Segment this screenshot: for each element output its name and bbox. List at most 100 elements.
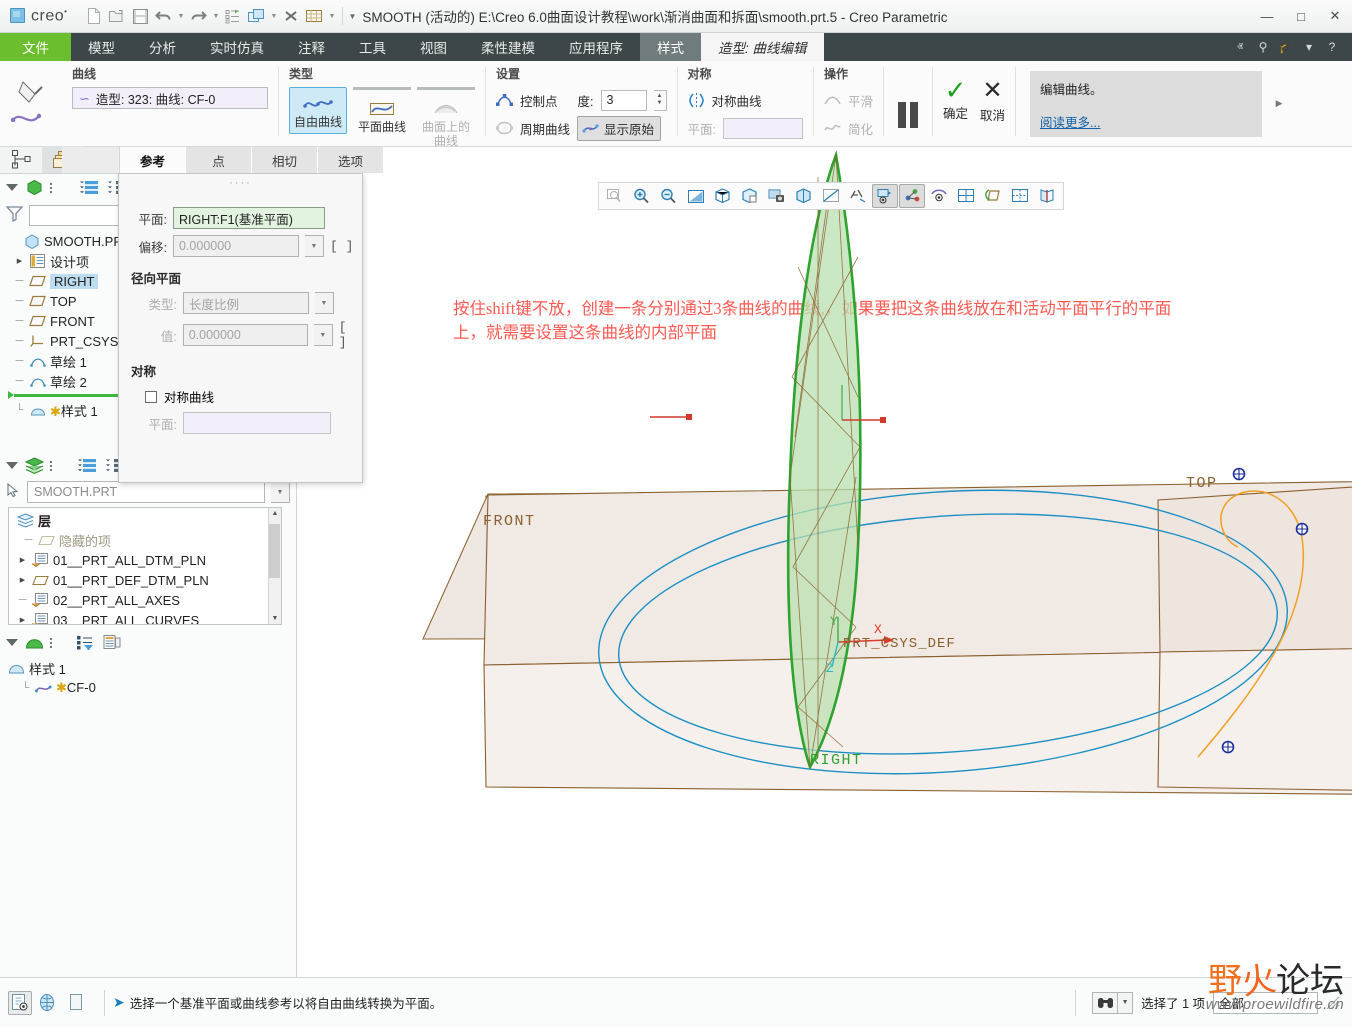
collapse-ribbon-icon[interactable]: ⱏ (1230, 37, 1250, 57)
style-panel-collapse-icon[interactable] (6, 639, 18, 646)
symmetric-curve-checkbox[interactable] (145, 390, 157, 403)
style-list-icon[interactable] (101, 632, 123, 653)
expand-arrow-icon[interactable]: ▶ (14, 257, 25, 265)
ribbon-tab-annotate[interactable]: 注释 (281, 33, 342, 61)
layer-model-selector[interactable]: SMOOTH.PRT (27, 481, 265, 503)
undo-dropdown-icon[interactable]: ▼ (175, 5, 186, 27)
learning-icon[interactable]: 🎓 (1276, 37, 1296, 57)
repaint-icon[interactable] (683, 184, 709, 208)
ribbon-tab-file[interactable]: 文件 (0, 33, 71, 61)
curve-reference-field[interactable]: ∽ 造型: 323: 曲线: CF-0 (72, 87, 268, 109)
zoom-in-icon[interactable] (629, 184, 655, 208)
model-tree-menu-icon[interactable] (50, 182, 52, 193)
page-icon[interactable] (64, 991, 88, 1015)
offset-bracket[interactable]: [ ] (330, 239, 353, 254)
graphics-viewport[interactable]: 按住shift键不放，创建一条分别通过3条曲线的曲线,，如果要把这条曲线放在和活… (298, 147, 1352, 977)
ribbon-tab-flexible[interactable]: 柔性建模 (464, 33, 552, 61)
show-original-button[interactable]: 显示原始 (577, 115, 662, 141)
radial-value-bracket[interactable]: [ ] (339, 320, 362, 350)
layer-panel-menu-icon[interactable] (50, 460, 52, 471)
display-style-icon[interactable] (710, 184, 736, 208)
scroll-down-icon[interactable]: ▼ (272, 613, 279, 624)
grid-icon[interactable] (303, 5, 325, 27)
ribbon-tab-model[interactable]: 模型 (71, 33, 132, 61)
model-tree-icon[interactable] (23, 177, 45, 198)
annotation-display-icon[interactable] (845, 184, 871, 208)
cancel-button[interactable]: ✕ 取消 (980, 77, 1005, 124)
radial-type-select[interactable]: 长度比例 (183, 292, 309, 314)
panel-drag-handle[interactable]: ···· (119, 174, 362, 190)
ribbon-tab-live-sim[interactable]: 实时仿真 (193, 33, 281, 61)
globe-icon[interactable] (36, 991, 60, 1015)
redo-icon[interactable] (187, 5, 209, 27)
section-view-icon[interactable] (1034, 184, 1060, 208)
perspective-icon[interactable] (791, 184, 817, 208)
datum-display-icon[interactable] (818, 184, 844, 208)
ribbon-tab-analysis[interactable]: 分析 (132, 33, 193, 61)
layer-item-hidden[interactable]: ─ 隐藏的项 (9, 530, 281, 550)
close-window-icon[interactable] (280, 5, 302, 27)
open-file-icon[interactable] (106, 5, 128, 27)
radial-value-input[interactable]: 0.000000 (182, 324, 308, 346)
split-view-icon[interactable] (953, 184, 979, 208)
new-file-icon[interactable] (83, 5, 105, 27)
point-display-icon[interactable] (899, 184, 925, 208)
view-manager-icon[interactable] (764, 184, 790, 208)
layers-icon[interactable] (23, 455, 45, 476)
radial-value-dropdown-icon[interactable]: ▼ (313, 324, 333, 346)
ribbon-tab-applications[interactable]: 应用程序 (552, 33, 640, 61)
dashboard-tab-options[interactable]: 选项 (318, 147, 384, 173)
copy-view-icon[interactable] (980, 184, 1006, 208)
filter-icon[interactable] (5, 205, 24, 225)
style-tree-item-style-1[interactable]: 样式 1 (0, 658, 296, 678)
search-icon[interactable]: ⚲ (1253, 37, 1273, 57)
grid-view-icon[interactable] (1007, 184, 1033, 208)
symmetry-plane-field[interactable] (722, 117, 803, 139)
layer-filters-icon[interactable] (76, 455, 98, 476)
dashboard-tab-points[interactable]: 点 (186, 147, 252, 173)
regenerate-icon[interactable] (222, 5, 244, 27)
layer-item-all-curves[interactable]: ▶ 03__PRT_ALL_CURVES (9, 610, 281, 624)
expand-arrow-icon[interactable]: ▶ (17, 616, 28, 624)
ribbon-tab-style[interactable]: 样式 (640, 33, 701, 61)
saved-orientations-icon[interactable] (737, 184, 763, 208)
save-icon[interactable] (129, 5, 151, 27)
plane-input[interactable]: RIGHT:F1(基准平面) (173, 207, 325, 229)
redo-dropdown-icon[interactable]: ▼ (210, 5, 221, 27)
dashboard-tab-tangency[interactable]: 相切 (252, 147, 318, 173)
type-button-planar-curve[interactable]: 平面曲线 (353, 92, 411, 139)
search-dropdown-icon[interactable]: ▼ (1118, 991, 1134, 1014)
layer-display-icon[interactable] (926, 184, 952, 208)
ribbon-tab-view[interactable]: 视图 (403, 33, 464, 61)
close-button[interactable]: ✕ (1318, 0, 1352, 33)
title-dropdown-icon[interactable]: ▼ (348, 12, 356, 21)
model-tree-collapse-icon[interactable] (6, 184, 18, 191)
layer-item-def-dtm-pln[interactable]: ▶ 01__PRT_DEF_DTM_PLN (9, 570, 281, 590)
selection-filter-icon[interactable] (8, 990, 32, 1015)
spin-center-icon[interactable] (872, 184, 898, 208)
expand-arrow-icon[interactable]: ▶ (17, 556, 28, 564)
layer-panel-collapse-icon[interactable] (6, 462, 18, 469)
layer-item-all-axes[interactable]: ─ 02__PRT_ALL_AXES (9, 590, 281, 610)
dashboard-tab-references[interactable]: 参考 (120, 147, 186, 173)
offset-dropdown-icon[interactable]: ▼ (305, 235, 324, 257)
zoom-out-icon[interactable] (656, 184, 682, 208)
symmetry-plane-input[interactable] (183, 412, 331, 434)
model-tree-tab[interactable] (0, 146, 42, 173)
style-surface-icon[interactable] (23, 632, 45, 653)
read-more-link[interactable]: 阅读更多... (1040, 112, 1100, 131)
layer-item-all-dtm-pln[interactable]: ▶ 01__PRT_ALL_DTM_PLN (9, 550, 281, 570)
radial-type-dropdown-icon[interactable]: ▼ (315, 292, 334, 314)
minimize-button[interactable]: — (1250, 0, 1284, 33)
symmetric-curve-label[interactable]: 对称曲线 (712, 91, 762, 110)
tree-filters-icon[interactable] (78, 177, 100, 198)
expand-arrow-icon[interactable]: ▶ (17, 576, 28, 584)
learning-dropdown-icon[interactable]: ▾ (1299, 37, 1319, 57)
maximize-button[interactable]: □ (1284, 0, 1318, 33)
offset-input[interactable]: 0.000000 (173, 235, 299, 257)
ribbon-tab-curve-edit[interactable]: 造型: 曲线编辑 (701, 33, 824, 61)
style-filter-icon[interactable] (74, 632, 96, 653)
grid-dropdown-icon[interactable]: ▼ (326, 5, 337, 27)
pause-button[interactable] (894, 100, 922, 130)
layer-scroll-thumb[interactable] (269, 524, 280, 578)
